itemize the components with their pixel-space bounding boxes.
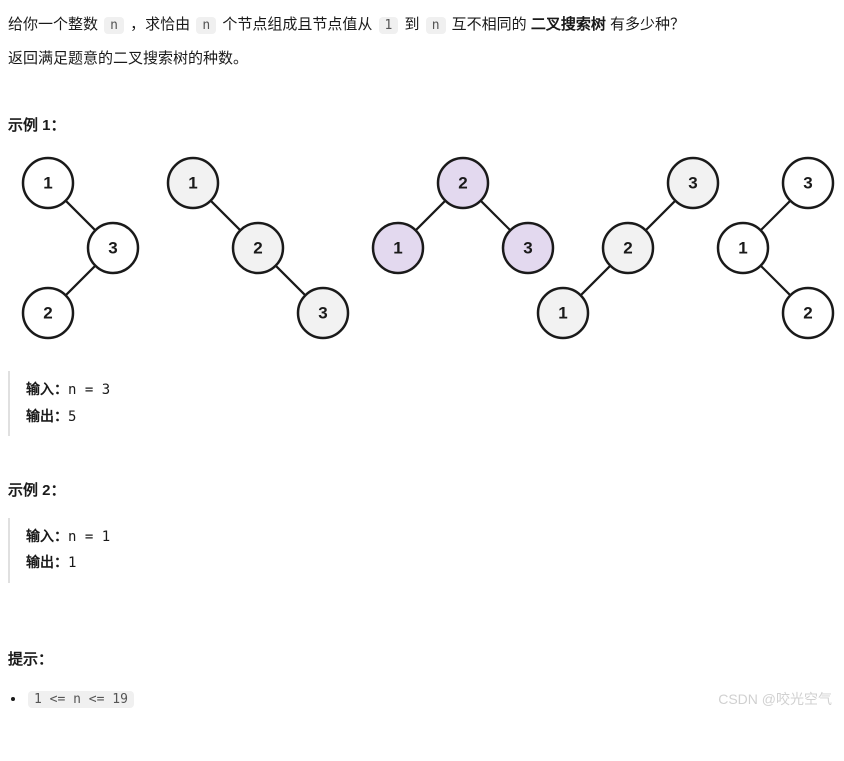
tree-edge [276,265,306,295]
tree-node-label: 1 [188,173,197,192]
text: 到 [400,16,423,33]
tree-node-label: 1 [558,303,567,322]
tree-node-label: 3 [108,238,117,257]
tree-edge [416,200,446,230]
constraints-list: 1 <= n <= 19 [8,686,836,712]
output-value: 5 [68,409,76,425]
text: 个节点组成且节点值从 [218,16,376,33]
tree-node-label: 1 [43,173,52,192]
tree-edge [211,200,241,230]
tree-node-label: 2 [253,238,262,257]
text: 有多少种？ [606,16,685,33]
tree-edge [66,265,96,295]
constraint-item: 1 <= n <= 19 [26,686,836,712]
tree-edge [481,200,511,230]
tree-edge [761,200,791,230]
input-value: n = 1 [68,529,110,545]
tree-edge [646,200,676,230]
example1-title: 示例 1： [8,113,836,139]
tree-node-label: 2 [43,303,52,322]
example1-block: 输入：n = 3 输出：5 [8,371,836,436]
output-value: 1 [68,555,76,571]
inline-code-1: 1 [379,17,399,34]
input-label: 输入： [26,382,68,398]
problem-statement-line2: 返回满足题意的二叉搜索树的种数。 [8,46,836,72]
text: ，求恰由 [126,16,194,33]
tree-node-label: 3 [803,173,812,192]
input-label: 输入： [26,529,68,545]
constraint-code: 1 <= n <= 19 [28,691,134,708]
tree-node-label: 1 [738,238,747,257]
tree-node-label: 2 [458,173,467,192]
tree-node-label: 3 [318,303,327,322]
tree-node-label: 1 [393,238,402,257]
tree-node-label: 2 [803,303,812,322]
inline-code-n: n [104,17,124,34]
bold-bst-term: 二叉搜索树 [531,16,606,33]
tree-edge [581,265,611,295]
tree-node-label: 3 [688,173,697,192]
tree-edge [761,265,791,295]
text: 互不相同的 [448,16,531,33]
inline-code-n: n [426,17,446,34]
problem-statement-line1: 给你一个整数 n ，求恰由 n 个节点组成且节点值从 1 到 n 互不相同的 二… [8,12,836,38]
example2-block: 输入：n = 1 输出：1 [8,518,836,583]
inline-code-n: n [196,17,216,34]
tree-node-label: 3 [523,238,532,257]
tree-node-label: 2 [623,238,632,257]
tree-edge [66,200,96,230]
hints-title: 提示： [8,647,836,673]
input-value: n = 3 [68,382,110,398]
example2-title: 示例 2： [8,478,836,504]
bst-trees-svg: 1 3 2 1 2 3 2 1 3 3 2 1 3 1 2 [8,153,836,343]
bst-diagram: 1 3 2 1 2 3 2 1 3 3 2 1 3 1 2 [8,153,836,352]
text: 给你一个整数 [8,16,102,33]
output-label: 输出： [26,409,68,425]
output-label: 输出： [26,555,68,571]
